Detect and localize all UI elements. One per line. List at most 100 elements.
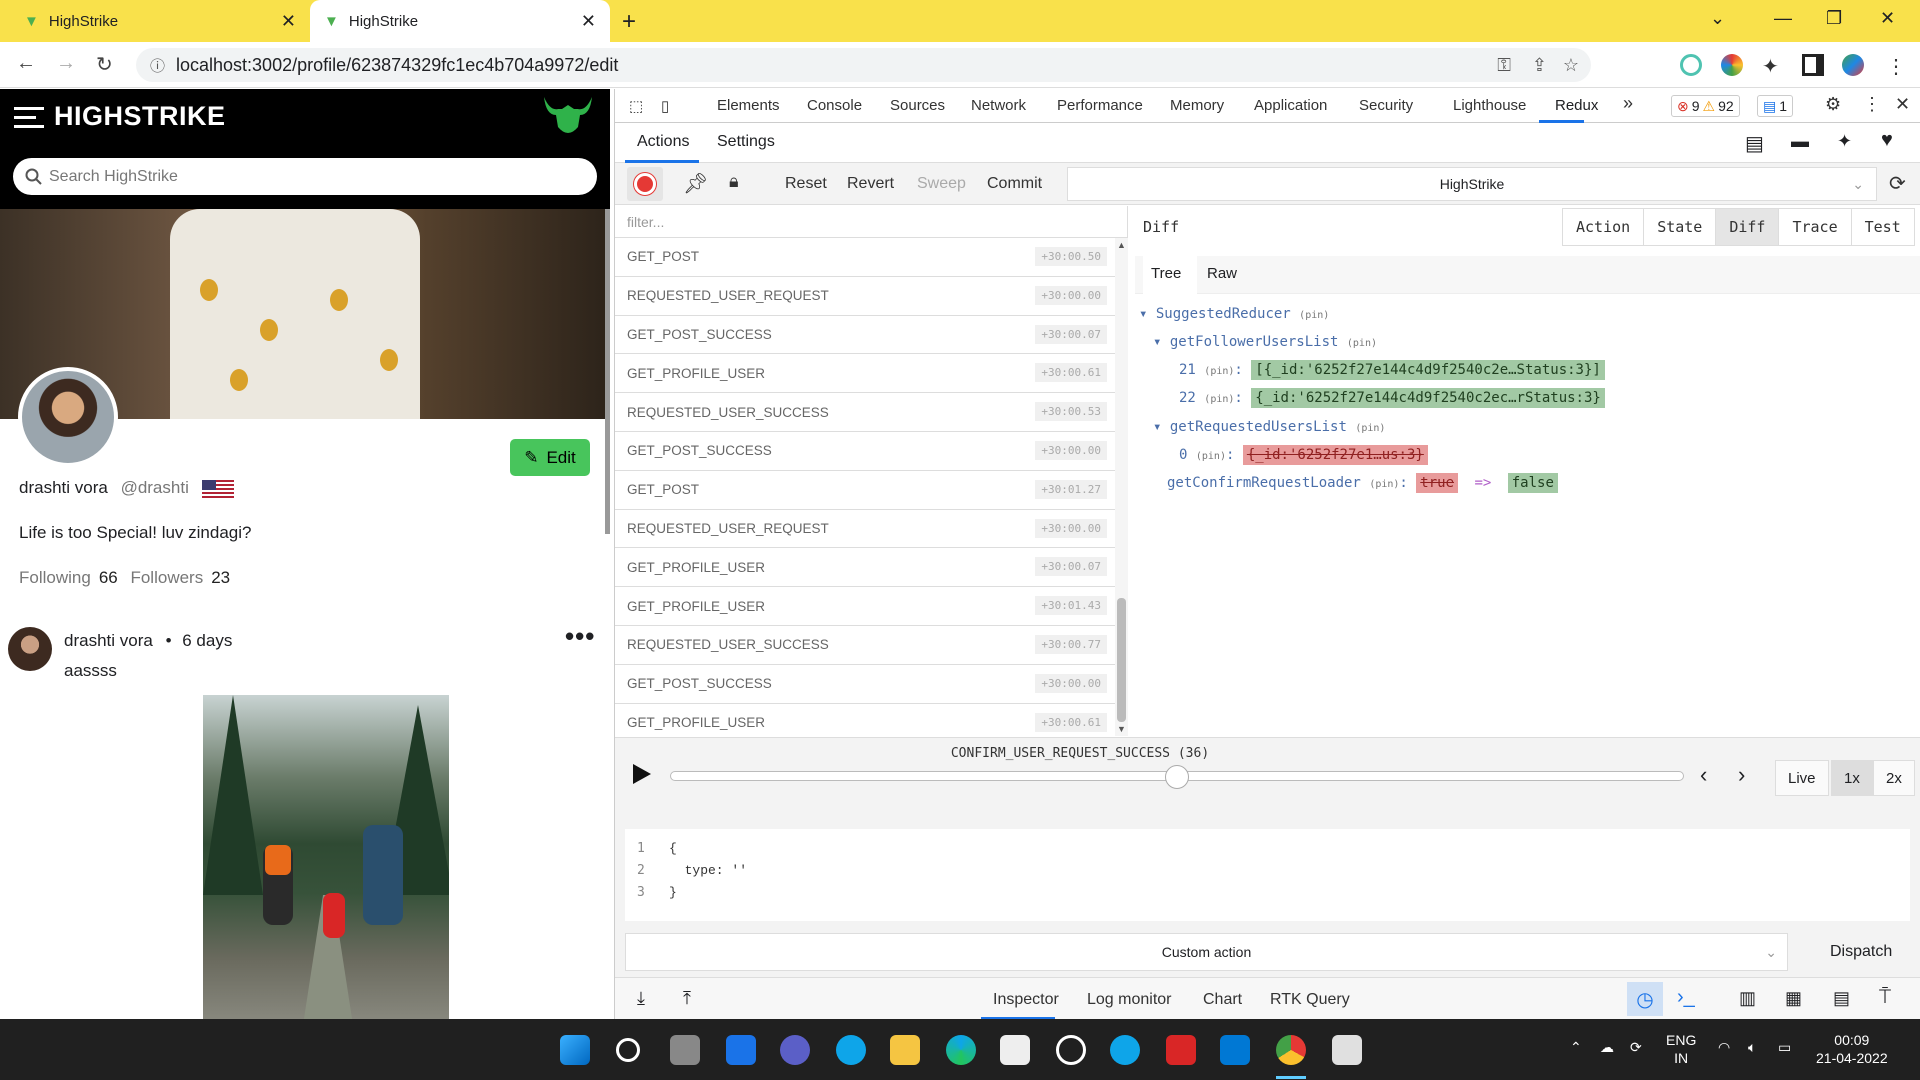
edit-profile-button[interactable]: ✎ Edit [510,439,590,476]
search-input[interactable]: Search HighStrike [13,158,597,195]
timer-icon[interactable]: ◷ [1627,982,1663,1016]
lock-icon[interactable]: 🔒︎ [729,171,739,192]
action-row[interactable]: GET_PROFILE_USER +30:00.07 [615,548,1115,588]
action-row[interactable]: GET_POST_SUCCESS +30:00.00 [615,665,1115,704]
devtools-tab-performance[interactable]: Performance [1057,97,1143,114]
sync-status-icon[interactable]: ⟳ [1630,1039,1642,1056]
chrome-icon[interactable] [1276,1035,1306,1065]
bottom-tab-log-monitor[interactable]: Log monitor [1087,991,1172,1009]
pin-link[interactable]: (pin) [1204,366,1234,377]
scrollbar-thumb[interactable] [1117,598,1126,722]
slider-thumb[interactable] [1165,765,1189,789]
url-field[interactable]: ⓘ localhost:3002/profile/623874329fc1ec4… [136,48,1591,82]
commit-button[interactable]: Commit [987,175,1042,193]
tree-node-follower-21[interactable]: 21 (pin): [{_id:'6252f27e144c4d9f2540c2e… [1179,360,1605,380]
tree-node-follower-22[interactable]: 22 (pin): {_id:'6252f27e144c4d9f2540c2ec… [1179,388,1605,408]
wifi-icon[interactable]: ◠ [1718,1039,1730,1056]
restore-icon[interactable]: ❐ [1826,8,1842,29]
dispatch-button[interactable]: Dispatch [1830,943,1892,961]
remote-icon[interactable]: ⍑ [1879,986,1891,1009]
extension-icon[interactable] [1680,54,1702,76]
custom-action-select[interactable]: Custom action ⌄ [625,933,1788,971]
devtools-tab-network[interactable]: Network [971,97,1026,114]
post-author-avatar[interactable] [8,627,52,671]
subtab-actions[interactable]: Actions [637,133,689,151]
monitor-tab-diff[interactable]: Diff [1716,209,1780,245]
tree-node-requested-0[interactable]: 0 (pin): {_id:'6252f27e1…us:3} [1179,445,1428,465]
skype-icon[interactable] [836,1035,866,1065]
action-row[interactable]: GET_POST_SUCCESS +30:00.07 [615,316,1115,355]
close-window-icon[interactable]: ✕ [1880,8,1895,29]
device-toolbar-icon[interactable]: ▯ [661,97,669,115]
following-label[interactable]: Following [19,568,91,587]
issues-badge[interactable]: ⊗ 9 ⚠ 92 [1671,95,1740,117]
dock-right-icon[interactable]: ▦ [1785,988,1802,1009]
monitor-tab-state[interactable]: State [1644,209,1717,245]
browser-tab-1[interactable]: ▼ HighStrike ✕ [10,0,310,42]
monitor-tab-action[interactable]: Action [1563,209,1645,245]
tree-node-root[interactable]: ▾ SuggestedReducer (pin) [1139,306,1329,322]
devtools-tab-application[interactable]: Application [1254,97,1327,114]
close-tab-icon[interactable]: ✕ [281,11,296,32]
brand-title[interactable]: HIGHSTRIKE [54,101,226,132]
close-devtools-icon[interactable]: ✕ [1895,94,1910,115]
forward-arrow-icon[interactable]: → [56,52,76,75]
export-icon[interactable]: ⤒ [683,988,691,1009]
action-row[interactable]: REQUESTED_USER_REQUEST +30:00.00 [615,277,1115,316]
step-back-icon[interactable]: ‹ [1700,762,1707,788]
import-icon[interactable]: ⤓ [637,988,645,1009]
devtools-menu-icon[interactable]: ⋮ [1863,94,1881,115]
side-panel-icon[interactable] [1802,54,1824,76]
devtools-tab-security[interactable]: Security [1359,97,1413,114]
task-view-icon[interactable] [670,1035,700,1065]
post-author[interactable]: drashti vora [64,631,153,650]
heart-icon[interactable]: ♥ [1881,129,1893,152]
action-row[interactable]: GET_POST_SUCCESS +30:00.00 [615,432,1115,471]
action-row[interactable]: REQUESTED_USER_SUCCESS +30:00.77 [615,626,1115,665]
record-button[interactable] [627,167,663,201]
pin-link[interactable]: (pin) [1196,451,1226,462]
notepad-icon[interactable] [1332,1035,1362,1065]
code-editor[interactable]: 1 2 3 { type: '' } [625,829,1910,921]
pin-link[interactable]: (pin) [1347,338,1377,349]
pin-link[interactable]: (pin) [1369,479,1399,490]
widgets-icon[interactable] [726,1035,756,1065]
bottom-tab-inspector[interactable]: Inspector [993,991,1059,1009]
pin-link[interactable]: (pin) [1299,310,1329,321]
action-row[interactable]: GET_POST +30:01.27 [615,471,1115,510]
mcafee-icon[interactable] [1166,1035,1196,1065]
action-list-scrollbar[interactable]: ▲ ▼ [1115,238,1128,736]
settings-gear-icon[interactable]: ⚙ [1825,94,1841,115]
puzzle-extensions-icon[interactable]: ✦ [1762,54,1784,78]
sync-icon[interactable]: ⟳ [1889,171,1906,196]
twitter-icon[interactable]: ✦ [1837,131,1852,152]
dock-left-icon[interactable]: ▥ [1739,988,1756,1009]
pin-icon[interactable]: 📌︎ [683,171,708,196]
sweep-button[interactable]: Sweep [917,175,966,193]
browser-tab-2[interactable]: ▼ HighStrike ✕ [310,0,610,42]
hamburger-menu-icon[interactable] [14,105,44,131]
tree-node-loader[interactable]: getConfirmRequestLoader (pin): true => f… [1167,473,1558,493]
page-scrollbar[interactable] [605,209,610,534]
action-filter-input[interactable]: filter... [615,206,1127,238]
store-icon[interactable] [1000,1035,1030,1065]
chat-icon[interactable]: ▬ [1791,131,1809,152]
messages-badge[interactable]: ▤ 1 [1757,95,1794,117]
share-icon[interactable]: ⇪ [1532,55,1547,76]
new-tab-plus-icon[interactable]: + [622,8,636,36]
action-row[interactable]: REQUESTED_USER_REQUEST +30:00.00 [615,510,1115,549]
instance-select[interactable]: HighStrike ⌄ [1067,167,1877,201]
action-row[interactable]: GET_POST +30:00.50 [615,238,1115,277]
file-explorer-icon[interactable] [890,1035,920,1065]
color-picker-extension-icon[interactable] [1721,54,1743,76]
tab-tree[interactable]: Tree [1151,265,1181,282]
tab-search-chevron-icon[interactable]: ⌄ [1710,8,1725,29]
bull-logo-icon[interactable] [540,93,596,141]
book-icon[interactable]: ▤ [1745,131,1764,156]
speed-live-button[interactable]: Live [1775,760,1829,796]
action-row[interactable]: GET_PROFILE_USER +30:00.61 [615,354,1115,394]
pin-link[interactable]: (pin) [1204,394,1234,405]
revert-button[interactable]: Revert [847,175,894,193]
speed-1x-button[interactable]: 1x [1831,760,1873,796]
action-row[interactable]: GET_PROFILE_USER +30:01.43 [615,587,1115,626]
